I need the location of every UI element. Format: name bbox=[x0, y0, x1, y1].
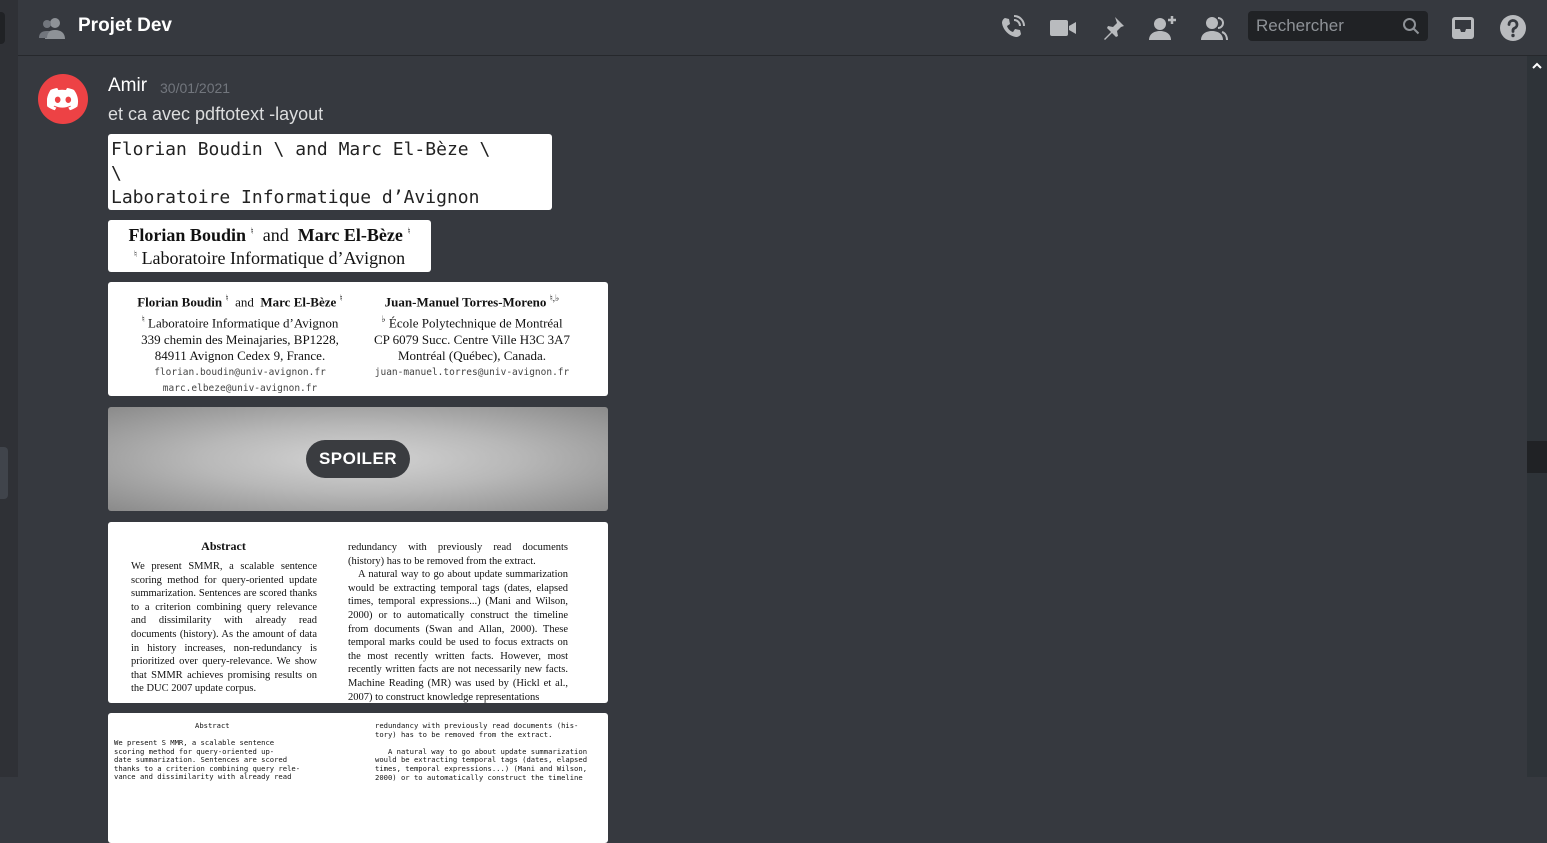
avatar[interactable] bbox=[38, 74, 88, 124]
abstract-body: We present SMMR, a scalable sentence sco… bbox=[131, 561, 317, 695]
scrollbar-track[interactable] bbox=[1527, 56, 1547, 777]
server-pill[interactable] bbox=[0, 12, 5, 44]
inbox-icon[interactable] bbox=[1448, 13, 1478, 43]
attachment-text: Florian Boudin \ and Marc El-Bèze \ \ La… bbox=[111, 139, 491, 208]
spoiler-attachment[interactable]: SPOILER bbox=[108, 407, 608, 511]
scroll-up-icon[interactable] bbox=[1531, 60, 1543, 72]
attachment-text: redundancy with previously read document… bbox=[375, 721, 588, 782]
video-call-icon[interactable] bbox=[1048, 13, 1078, 43]
attachment-text: ♮ Laboratoire Informatique d’Avignon bbox=[133, 248, 406, 268]
abstract-title: Abstract bbox=[195, 721, 230, 730]
image-attachment[interactable]: Abstract We present SMMR, a scalable sen… bbox=[108, 522, 608, 703]
channel-header: Projet Dev bbox=[18, 0, 1547, 56]
image-attachment[interactable]: Florian Boudin ♮ and Marc El-Bèze ♮ ♮ La… bbox=[108, 220, 431, 272]
help-icon[interactable] bbox=[1498, 13, 1528, 43]
search-box[interactable] bbox=[1248, 11, 1428, 41]
discord-logo-icon bbox=[47, 88, 79, 111]
scrollbar-thumb[interactable] bbox=[1527, 441, 1547, 473]
image-attachment[interactable]: Abstract We present S MMR, a scalable se… bbox=[108, 713, 608, 843]
message-author[interactable]: Amir bbox=[108, 75, 147, 97]
search-input[interactable] bbox=[1248, 11, 1398, 41]
search-icon bbox=[1403, 18, 1420, 35]
spoiler-button[interactable]: SPOILER bbox=[306, 440, 410, 478]
server-rail bbox=[0, 0, 18, 777]
channel-name: Projet Dev bbox=[78, 15, 172, 36]
abstract-title: Abstract bbox=[201, 539, 246, 553]
voice-call-icon[interactable] bbox=[997, 13, 1027, 43]
image-attachment[interactable]: Florian Boudin \ and Marc El-Bèze \ \ La… bbox=[108, 134, 552, 210]
pin-icon[interactable] bbox=[1098, 13, 1128, 43]
add-member-icon[interactable] bbox=[1148, 13, 1178, 43]
group-dm-icon bbox=[39, 18, 65, 39]
message-text: et ca avec pdftotext -layout bbox=[108, 104, 324, 124]
image-attachment[interactable]: Florian Boudin ♮ and Marc El-Bèze ♮ ♮ La… bbox=[108, 282, 608, 396]
server-pill[interactable] bbox=[0, 447, 8, 499]
attachment-text: Florian Boudin ♮ and Marc El-Bèze ♮ bbox=[128, 225, 411, 245]
attachment-text: Juan-Manuel Torres-Moreno ♮,♭ ♭ École Po… bbox=[373, 293, 570, 378]
member-list-icon[interactable] bbox=[1198, 13, 1228, 43]
attachment-text: We present S MMR, a scalable sentence sc… bbox=[114, 738, 301, 782]
message-timestamp: 30/01/2021 bbox=[160, 80, 231, 96]
attachment-text: Florian Boudin ♮ and Marc El-Bèze ♮ ♮ La… bbox=[137, 293, 343, 394]
attachment-text: redundancy with previously read document… bbox=[348, 542, 568, 703]
